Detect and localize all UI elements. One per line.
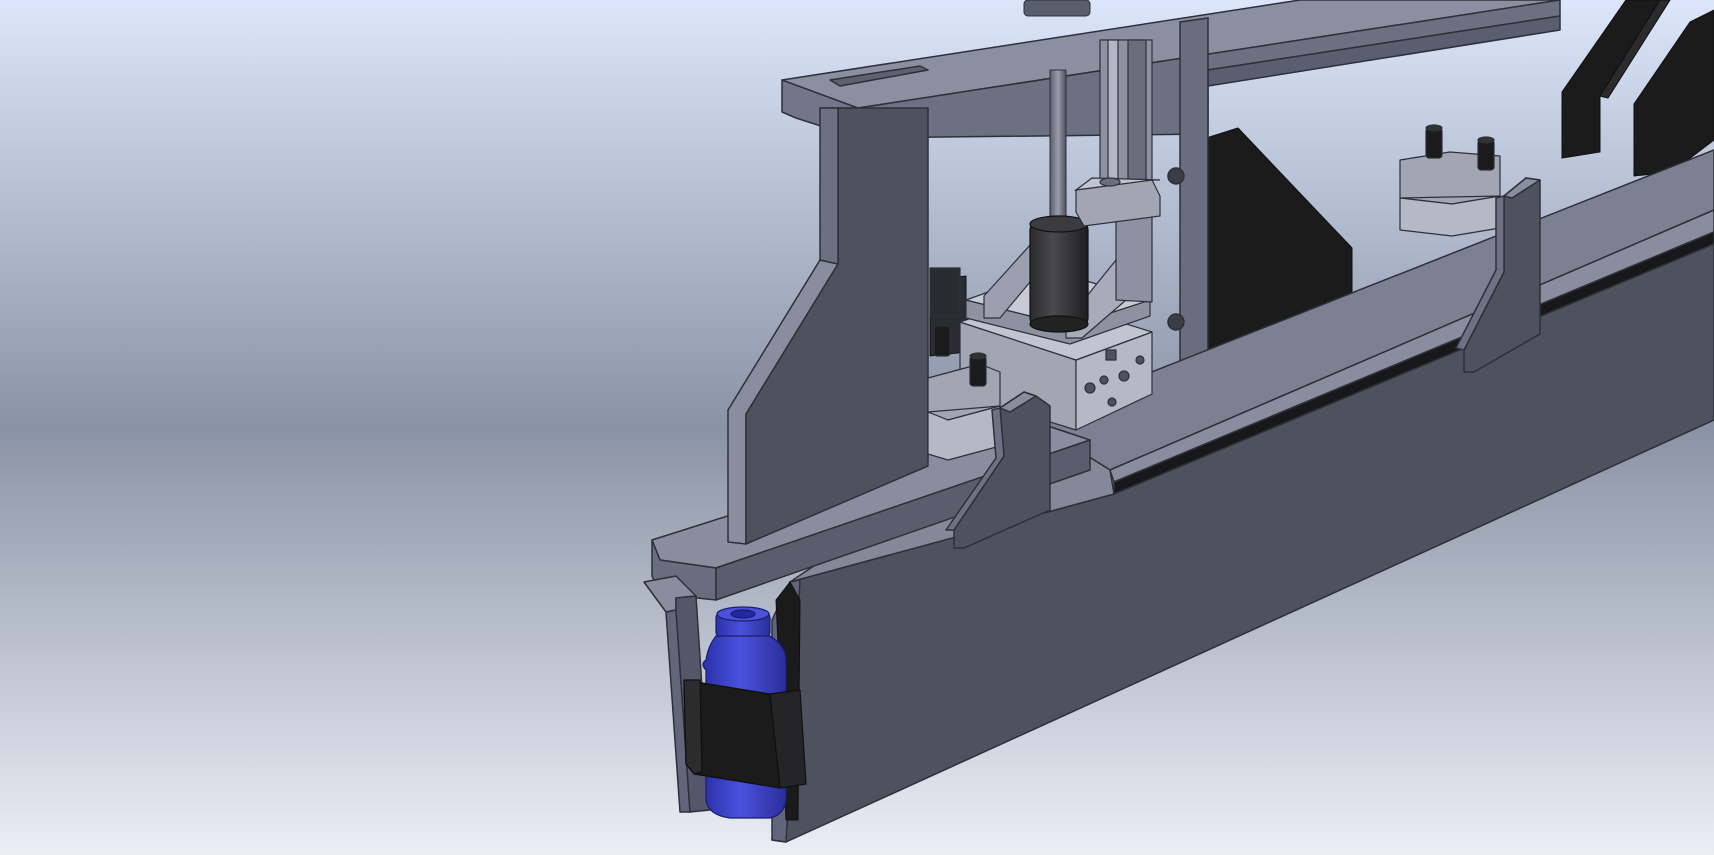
bottle-clip <box>683 679 807 789</box>
top-knob <box>1023 0 1091 17</box>
guide-rod[interactable] <box>1049 69 1067 231</box>
motor[interactable] <box>1029 215 1089 333</box>
cad-assembly-render <box>0 0 1714 855</box>
cad-viewport[interactable] <box>0 0 1714 855</box>
linear-rail[interactable] <box>1099 39 1153 201</box>
